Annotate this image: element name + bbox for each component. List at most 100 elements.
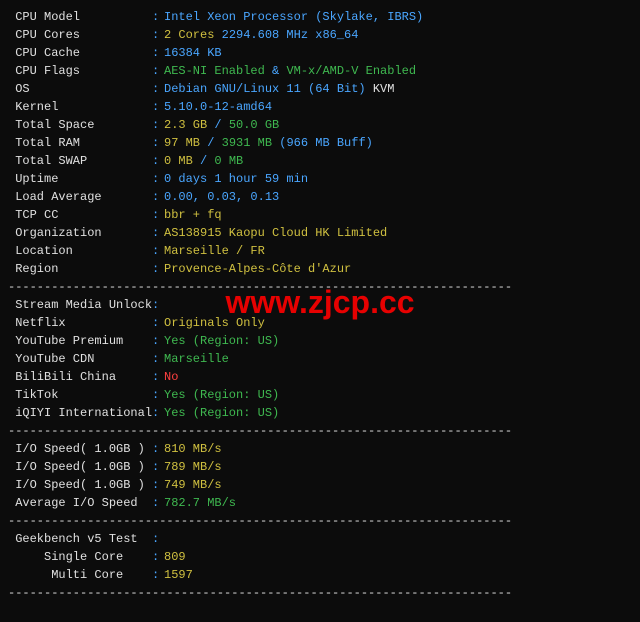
colon: : — [152, 8, 164, 26]
label: Total RAM — [8, 134, 152, 152]
value: 0 days 1 hour 59 min — [164, 170, 308, 188]
value: 789 MB/s — [164, 458, 222, 476]
value-aes: AES-NI Enabled — [164, 62, 265, 80]
row-io-3: I/O Speed( 1.0GB ):749 MB/s — [8, 476, 632, 494]
label: I/O Speed( 1.0GB ) — [8, 458, 152, 476]
divider: ----------------------------------------… — [8, 422, 632, 440]
value-total: 3931 MB — [222, 134, 272, 152]
divider: ----------------------------------------… — [8, 278, 632, 296]
value: bbr + fq — [164, 206, 222, 224]
row-os: OS:Debian GNU/Linux 11 (64 Bit) KVM — [8, 80, 632, 98]
row-space: Total Space:2.3 GB / 50.0 GB — [8, 116, 632, 134]
colon: : — [152, 80, 164, 98]
row-cpu-flags: CPU Flags:AES-NI Enabled & VM-x/AMD-V En… — [8, 62, 632, 80]
label: Average I/O Speed — [8, 494, 152, 512]
row-io-avg: Average I/O Speed:782.7 MB/s — [8, 494, 632, 512]
label: OS — [8, 80, 152, 98]
label: Multi Core — [8, 566, 152, 584]
colon: : — [152, 476, 164, 494]
row-netflix: Netflix:Originals Only — [8, 314, 632, 332]
label: TikTok — [8, 386, 152, 404]
row-youtube-cdn: YouTube CDN:Marseille — [8, 350, 632, 368]
label: CPU Model — [8, 8, 152, 26]
value-hyper: KVM — [366, 80, 395, 98]
label: YouTube CDN — [8, 350, 152, 368]
label: Geekbench v5 Test — [8, 530, 152, 548]
value-os: Debian GNU/Linux 11 (64 Bit) — [164, 80, 366, 98]
row-swap: Total SWAP:0 MB / 0 MB — [8, 152, 632, 170]
colon: : — [152, 386, 164, 404]
label: Total Space — [8, 116, 152, 134]
colon: : — [152, 440, 164, 458]
value: Provence-Alpes-Côte d'Azur — [164, 260, 351, 278]
value-total: 50.0 GB — [229, 116, 279, 134]
label: Single Core — [8, 548, 152, 566]
row-location: Location:Marseille / FR — [8, 242, 632, 260]
row-ram: Total RAM:97 MB / 3931 MB (966 MB Buff) — [8, 134, 632, 152]
colon: : — [152, 206, 164, 224]
value: 16384 KB — [164, 44, 222, 62]
value-count: 2 Cores — [164, 26, 214, 44]
value: Yes (Region: US) — [164, 332, 279, 350]
colon: : — [152, 296, 164, 314]
value: 749 MB/s — [164, 476, 222, 494]
colon: : — [152, 350, 164, 368]
colon: : — [152, 62, 164, 80]
geekbench-header: Geekbench v5 Test: — [8, 530, 632, 548]
label: Total SWAP — [8, 152, 152, 170]
colon: : — [152, 548, 164, 566]
stream-section: Stream Media Unlock: Netflix:Originals O… — [8, 296, 632, 422]
row-youtube-premium: YouTube Premium:Yes (Region: US) — [8, 332, 632, 350]
divider: ----------------------------------------… — [8, 512, 632, 530]
divider: ----------------------------------------… — [8, 584, 632, 602]
value: Intel Xeon Processor (Skylake, IBRS) — [164, 8, 423, 26]
colon: : — [152, 458, 164, 476]
value-total: 0 MB — [214, 152, 243, 170]
sep: / — [193, 152, 215, 170]
colon: : — [152, 224, 164, 242]
colon: : — [152, 314, 164, 332]
label: CPU Cache — [8, 44, 152, 62]
colon: : — [152, 98, 164, 116]
value: AS138915 Kaopu Cloud HK Limited — [164, 224, 387, 242]
value: 0.00, 0.03, 0.13 — [164, 188, 279, 206]
value-amp: & — [265, 62, 287, 80]
value: 782.7 MB/s — [164, 494, 236, 512]
label: I/O Speed( 1.0GB ) — [8, 440, 152, 458]
colon: : — [152, 494, 164, 512]
row-region: Region:Provence-Alpes-Côte d'Azur — [8, 260, 632, 278]
row-cpu-model: CPU Model:Intel Xeon Processor (Skylake,… — [8, 8, 632, 26]
value: No — [164, 368, 178, 386]
colon: : — [152, 152, 164, 170]
label: Load Average — [8, 188, 152, 206]
row-kernel: Kernel:5.10.0-12-amd64 — [8, 98, 632, 116]
value: 5.10.0-12-amd64 — [164, 98, 272, 116]
colon: : — [152, 260, 164, 278]
label: YouTube Premium — [8, 332, 152, 350]
value-vmx: VM-x/AMD-V Enabled — [286, 62, 416, 80]
row-cpu-cache: CPU Cache:16384 KB — [8, 44, 632, 62]
value: 809 — [164, 548, 186, 566]
value: Originals Only — [164, 314, 265, 332]
geekbench-section: Geekbench v5 Test: Single Core:809 Multi… — [8, 530, 632, 584]
value-buff: (966 MB Buff) — [272, 134, 373, 152]
value: Yes (Region: US) — [164, 386, 279, 404]
row-io-1: I/O Speed( 1.0GB ):810 MB/s — [8, 440, 632, 458]
label: Organization — [8, 224, 152, 242]
stream-header: Stream Media Unlock: — [8, 296, 632, 314]
colon: : — [152, 242, 164, 260]
label: CPU Cores — [8, 26, 152, 44]
sysinfo-section: CPU Model:Intel Xeon Processor (Skylake,… — [8, 8, 632, 278]
colon: : — [152, 26, 164, 44]
colon: : — [152, 566, 164, 584]
row-uptime: Uptime:0 days 1 hour 59 min — [8, 170, 632, 188]
label: Stream Media Unlock — [8, 296, 152, 314]
sep: / — [200, 134, 222, 152]
row-io-2: I/O Speed( 1.0GB ):789 MB/s — [8, 458, 632, 476]
colon: : — [152, 368, 164, 386]
colon: : — [152, 134, 164, 152]
value-used: 97 MB — [164, 134, 200, 152]
row-single-core: Single Core:809 — [8, 548, 632, 566]
io-section: I/O Speed( 1.0GB ):810 MB/s I/O Speed( 1… — [8, 440, 632, 512]
colon: : — [152, 530, 164, 548]
